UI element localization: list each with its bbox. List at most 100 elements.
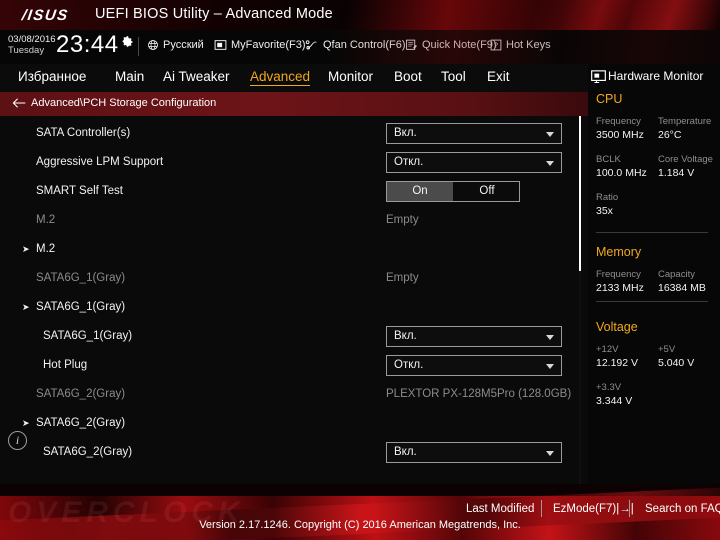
tab-ai-tweaker[interactable]: Ai Tweaker xyxy=(163,69,230,85)
book-icon xyxy=(214,39,227,54)
clock-text: 23:44 xyxy=(56,31,119,58)
info-icon[interactable]: i xyxy=(8,431,27,450)
back-arrow-icon[interactable] xyxy=(12,96,26,114)
setting-value-text: PLEXTOR PX-128M5Pro (128.0GB) xyxy=(386,388,572,400)
utility-bar: 03/08/2016 Tuesday 23:44 Русский MyFavor… xyxy=(0,30,720,64)
gear-icon[interactable] xyxy=(121,35,134,53)
ezmode-button[interactable]: EzMode(F7)|→| xyxy=(553,503,634,515)
hwm-metric-key: +5V xyxy=(658,344,676,355)
hwm-metric-value: 12.192 V xyxy=(596,357,639,369)
setting-label: SATA6G_2(Gray) xyxy=(43,446,133,458)
setting-dropdown[interactable]: Вкл. xyxy=(386,326,562,347)
setting-label: SATA6G_1(Gray) xyxy=(43,330,133,342)
hwm-metric-key: Temperature xyxy=(658,116,712,127)
hwm-metric-value: 1.184 V xyxy=(658,167,695,179)
hwm-metric-key: +3.3V xyxy=(596,382,622,393)
quick-note-label: Quick Note(F9) xyxy=(422,39,497,51)
hwm-metric-key: Frequency xyxy=(596,116,641,127)
hwm-metric-value: 35x xyxy=(596,205,613,217)
chevron-down-icon xyxy=(546,451,554,456)
dropdown-value: Откл. xyxy=(394,156,424,168)
settings-panel: SATA Controller(s) Вкл. Aggressive LPM Sup… xyxy=(0,116,588,484)
fan-icon xyxy=(305,39,319,54)
version-text: Version 2.17.1246. Copyright (C) 2016 Am… xyxy=(199,519,521,531)
globe-icon xyxy=(147,39,159,54)
toggle-option-on[interactable]: On xyxy=(387,182,453,201)
chevron-down-icon xyxy=(546,161,554,166)
hwm-metric-value: 26°C xyxy=(658,129,682,141)
expand-arrow-icon: ➤ xyxy=(22,244,30,254)
settings-row[interactable]: ➤ M.2 xyxy=(0,236,588,265)
settings-row[interactable]: SATA6G_1(Gray) Empty xyxy=(0,265,588,294)
myfavorite-label: MyFavorite(F3) xyxy=(231,39,306,51)
hwm-metric-value: 2133 MHz xyxy=(596,282,644,294)
hwm-section-title: Voltage xyxy=(596,320,638,334)
hardware-monitor-title: Hardware Monitor xyxy=(608,69,704,83)
tab-exit[interactable]: Exit xyxy=(487,69,510,85)
qfan-control-label: Qfan Control(F6) xyxy=(323,39,406,51)
last-modified-button[interactable]: Last Modified xyxy=(466,503,534,515)
note-icon xyxy=(405,39,418,54)
panel-scrollbar[interactable] xyxy=(579,116,581,484)
settings-row[interactable]: ➤ SATA6G_2(Gray) xyxy=(0,410,588,439)
tab-boot[interactable]: Boot xyxy=(394,69,422,85)
dropdown-value: Вкл. xyxy=(394,446,417,458)
hwm-metric-key: +12V xyxy=(596,344,619,355)
settings-row[interactable]: Aggressive LPM Support Откл. xyxy=(0,149,588,178)
setting-dropdown[interactable]: Вкл. xyxy=(386,442,562,463)
date-text: 03/08/2016 xyxy=(8,34,56,45)
settings-row[interactable]: Hot Plug Откл. xyxy=(0,352,588,381)
search-on-faq-button[interactable]: Search on FAQ xyxy=(645,503,720,515)
setting-label: Hot Plug xyxy=(43,359,88,371)
hwm-metric-value: 3.344 V xyxy=(596,395,633,407)
tab-main[interactable]: Main xyxy=(115,69,144,85)
chevron-down-icon xyxy=(546,335,554,340)
setting-dropdown[interactable]: Откл. xyxy=(386,355,562,376)
hwm-section-title: CPU xyxy=(596,92,623,106)
hwm-metric-value: 5.040 V xyxy=(658,357,695,369)
hwm-metric-value: 100.0 MHz xyxy=(596,167,647,179)
title-bar: /ISUS UEFI BIOS Utility – Advanced Mode xyxy=(0,0,720,30)
hot-keys-label: Hot Keys xyxy=(506,39,551,51)
dropdown-value: Вкл. xyxy=(394,127,417,139)
hwm-divider xyxy=(596,232,708,233)
myfavorite-button[interactable]: MyFavorite(F3) xyxy=(214,39,306,54)
hwm-divider xyxy=(596,301,708,302)
chevron-down-icon xyxy=(546,364,554,369)
chevron-down-icon xyxy=(546,132,554,137)
dropdown-value: Откл. xyxy=(394,359,424,371)
qfan-control-button[interactable]: Qfan Control(F6) xyxy=(305,39,406,54)
settings-row[interactable]: SATA6G_2(Gray) PLEXTOR PX-128M5Pro (128.0… xyxy=(0,381,588,410)
settings-row[interactable]: ➤ SATA6G_1(Gray) xyxy=(0,294,588,323)
toggle-option-off[interactable]: Off xyxy=(454,182,520,201)
setting-value-text: Empty xyxy=(386,214,419,226)
setting-label: SATA Controller(s) xyxy=(36,127,131,139)
hot-keys-button[interactable]: ? Hot Keys xyxy=(490,39,551,54)
setting-value-text: Empty xyxy=(386,272,419,284)
tab-tool[interactable]: Tool xyxy=(441,69,466,85)
tab-advanced[interactable]: Advanced xyxy=(250,69,311,86)
settings-row[interactable]: SATA6G_1(Gray) Вкл. xyxy=(0,323,588,352)
monitor-icon xyxy=(591,70,606,89)
settings-row[interactable]: SATA Controller(s) Вкл. xyxy=(0,120,588,149)
hwm-metric-key: Capacity xyxy=(658,269,695,280)
tab-monitor[interactable]: Monitor xyxy=(328,69,373,85)
setting-dropdown[interactable]: Вкл. xyxy=(386,123,562,144)
settings-row[interactable]: SATA6G_2(Gray) Вкл. xyxy=(0,439,588,468)
setting-label: SATA6G_2(Gray) xyxy=(36,388,126,400)
settings-row[interactable]: SMART Self Test On Off xyxy=(0,178,588,207)
quick-note-button[interactable]: Quick Note(F9) xyxy=(405,39,497,54)
tab-favorites[interactable]: Избранное xyxy=(18,69,86,85)
app-title: UEFI BIOS Utility – Advanced Mode xyxy=(95,6,333,22)
hwm-metric-key: Core Voltage xyxy=(658,154,713,165)
language-button[interactable]: Русский xyxy=(147,39,204,54)
setting-dropdown[interactable]: Откл. xyxy=(386,152,562,173)
hardware-monitor-panel: Hardware Monitor CPU Frequency 3500 MHz Tem… xyxy=(588,64,720,484)
hwm-metric-value: 3500 MHz xyxy=(596,129,644,141)
setting-toggle[interactable]: On Off xyxy=(386,181,520,202)
hwm-section-title: Memory xyxy=(596,245,642,259)
breadcrumb: Advanced\PCH Storage Configuration xyxy=(0,92,588,116)
asus-logo: /ISUS xyxy=(20,7,70,24)
setting-label: M.2 xyxy=(36,214,56,226)
settings-row[interactable]: M.2 Empty xyxy=(0,207,588,236)
